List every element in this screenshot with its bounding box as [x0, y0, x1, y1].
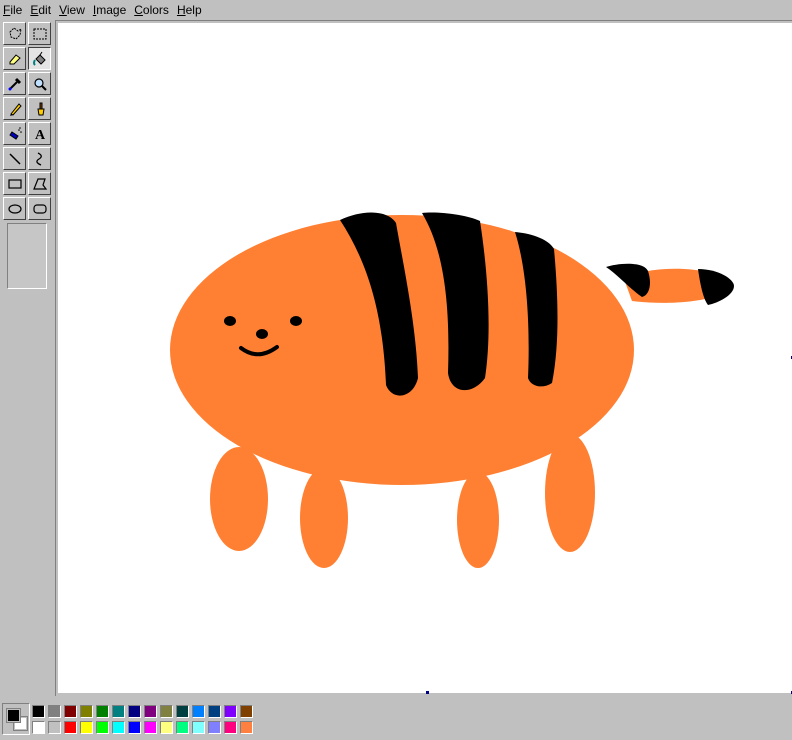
- tool-magnifier[interactable]: [28, 72, 51, 95]
- tool-pencil[interactable]: [3, 97, 26, 120]
- menu-file[interactable]: File: [0, 1, 26, 19]
- rounded-rectangle-icon: [32, 203, 47, 214]
- tiger-leg-back-left: [210, 447, 268, 551]
- palette-swatch[interactable]: [80, 705, 93, 718]
- tiger-leg-front-right: [457, 472, 499, 568]
- menu-help[interactable]: Help: [173, 1, 206, 19]
- pencil-icon: [9, 102, 22, 116]
- free-form-select-icon: [8, 26, 22, 40]
- palette-swatch[interactable]: [192, 721, 205, 734]
- palette-swatch[interactable]: [176, 705, 189, 718]
- palette-swatch[interactable]: [96, 705, 109, 718]
- tail-stripe: [606, 263, 650, 297]
- palette-swatch[interactable]: [160, 721, 173, 734]
- color-palette: [0, 697, 792, 740]
- palette-swatch[interactable]: [240, 721, 253, 734]
- airbrush-icon: [8, 126, 22, 140]
- tool-eraser[interactable]: [3, 47, 26, 70]
- palette-swatch[interactable]: [48, 721, 61, 734]
- brush-icon: [36, 102, 45, 115]
- palette-swatch[interactable]: [64, 705, 77, 718]
- palette-swatch[interactable]: [48, 705, 61, 718]
- eraser-icon: [9, 53, 21, 64]
- palette-swatch[interactable]: [112, 721, 125, 734]
- tiger-drawing: [170, 212, 734, 568]
- fill-bucket-icon: [32, 51, 46, 66]
- tool-options-box[interactable]: [7, 223, 47, 289]
- tool-rectangle-select[interactable]: [28, 22, 51, 45]
- menu-colors[interactable]: Colors: [130, 1, 173, 19]
- tool-fill-bucket[interactable]: [28, 47, 51, 70]
- menu-bar: File Edit View Image Colors Help: [0, 0, 792, 20]
- palette-swatch[interactable]: [176, 721, 189, 734]
- tool-text[interactable]: A: [28, 122, 51, 145]
- canvas-area: [55, 20, 792, 696]
- palette-swatch[interactable]: [80, 721, 93, 734]
- tool-curve[interactable]: [28, 147, 51, 170]
- magnifier-icon: [33, 77, 47, 91]
- palette-swatch[interactable]: [208, 705, 221, 718]
- palette-swatch[interactable]: [144, 721, 157, 734]
- palette-swatch[interactable]: [144, 705, 157, 718]
- menu-edit[interactable]: Edit: [26, 1, 55, 19]
- tool-brush[interactable]: [28, 97, 51, 120]
- rectangle-icon: [7, 178, 22, 189]
- tool-rounded-rectangle[interactable]: [28, 197, 51, 220]
- current-colors[interactable]: [2, 703, 30, 735]
- palette-swatch[interactable]: [160, 705, 173, 718]
- palette-swatch[interactable]: [192, 705, 205, 718]
- tool-color-picker[interactable]: [3, 72, 26, 95]
- foreground-color-swatch[interactable]: [6, 708, 21, 723]
- tiger-leg-front-left: [300, 468, 348, 568]
- menu-view[interactable]: View: [55, 1, 89, 19]
- tool-rectangle[interactable]: [3, 172, 26, 195]
- tail-tip: [698, 269, 734, 305]
- rectangle-select-icon: [33, 28, 46, 39]
- tool-free-form-select[interactable]: [3, 22, 26, 45]
- toolbox: A: [1, 21, 53, 691]
- menu-image[interactable]: Image: [89, 1, 130, 19]
- palette-swatch[interactable]: [224, 705, 237, 718]
- tiger-eye-right: [290, 316, 302, 326]
- ellipse-icon: [7, 203, 22, 214]
- tool-ellipse[interactable]: [3, 197, 26, 220]
- polygon-icon: [32, 177, 47, 190]
- palette-swatch[interactable]: [64, 721, 77, 734]
- palette-swatch[interactable]: [128, 705, 141, 718]
- palette-swatch[interactable]: [208, 721, 221, 734]
- color-picker-icon: [8, 77, 21, 90]
- text-tool-glyph: A: [34, 128, 45, 142]
- curve-icon: [35, 151, 42, 166]
- palette-swatch[interactable]: [96, 721, 109, 734]
- line-icon: [8, 152, 21, 165]
- palette-swatch[interactable]: [112, 705, 125, 718]
- tool-polygon[interactable]: [28, 172, 51, 195]
- palette-swatch[interactable]: [32, 721, 45, 734]
- tiger-eye-left: [224, 316, 236, 326]
- palette-swatch[interactable]: [32, 705, 45, 718]
- tool-line[interactable]: [3, 147, 26, 170]
- tool-airbrush[interactable]: [3, 122, 26, 145]
- resize-handle-bottom[interactable]: [426, 691, 429, 694]
- palette-swatch[interactable]: [240, 705, 253, 718]
- palette-swatch[interactable]: [224, 721, 237, 734]
- text-icon: A: [34, 128, 45, 142]
- palette-swatch[interactable]: [128, 721, 141, 734]
- drawing-canvas[interactable]: [58, 23, 792, 694]
- tiger-nose: [256, 329, 268, 339]
